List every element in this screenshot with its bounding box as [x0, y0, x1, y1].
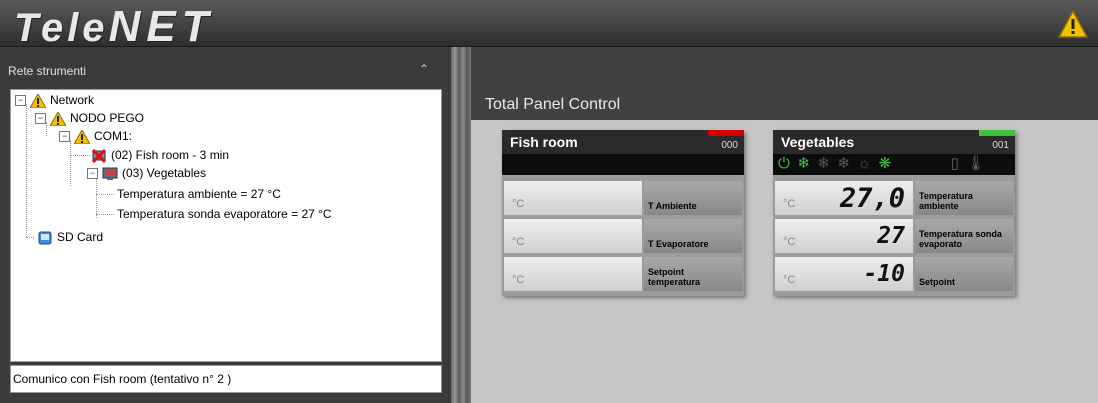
warning-icon: [50, 111, 66, 126]
collapse-toggle[interactable]: −: [35, 113, 46, 125]
unit-label: °C: [512, 198, 525, 210]
tree-label: Temperatura sonda evaporatore = 27 °C: [117, 207, 332, 221]
reading-row[interactable]: °C 27,0 Temperatura ambiente: [773, 180, 1015, 216]
tree-item-temp-ambiente[interactable]: Temperatura ambiente = 27 °C: [117, 185, 281, 203]
card-title: Vegetables: [781, 134, 855, 150]
telenet-logo: TeleNET: [14, 2, 215, 52]
network-panel: Rete strumenti ⌃ − Network − NODO PEGO − CO…: [0, 47, 451, 403]
tree-label: SD Card: [57, 230, 104, 244]
card-header: Fish room 000: [502, 130, 744, 154]
card-header: Vegetables 001: [773, 130, 1015, 154]
tree-item-temp-sonda[interactable]: Temperatura sonda evaporatore = 27 °C: [117, 205, 332, 223]
main-panel: Total Panel Control Fish room 000 °C T A…: [471, 47, 1098, 403]
sun-icon: ☼: [857, 155, 872, 172]
card-title: Fish room: [510, 134, 578, 150]
tree-item-com1[interactable]: − COM1:: [59, 127, 132, 145]
tree-label: (03) Vegetables: [122, 166, 207, 180]
reading-row[interactable]: °C -10 Setpoint: [773, 256, 1015, 292]
unit-label: °C: [512, 274, 525, 286]
reading-value: 27: [877, 223, 905, 249]
power-icon: ⏻: [778, 155, 790, 172]
unit-label: °C: [783, 274, 796, 286]
panel-title: Rete strumenti: [8, 64, 87, 78]
status-icon-bar: [502, 154, 744, 175]
tree-item-network[interactable]: − Network: [15, 91, 94, 109]
unit-label: °C: [783, 198, 796, 210]
device-card-vegetables[interactable]: Vegetables 001 ⏻ ❄ ❄ ❄ ☼ ❋ ▯ 🌡 °C 27,0 T…: [773, 130, 1015, 296]
reading-value: 27,0: [839, 183, 905, 214]
card-number: 000: [721, 140, 738, 151]
reading-value: -10: [863, 261, 905, 287]
tree-label: COM1:: [94, 129, 133, 143]
reading-row[interactable]: °C Setpoint temperatura: [502, 256, 744, 292]
device-card-fish-room[interactable]: Fish room 000 °C T Ambiente °C T Evapora…: [502, 130, 744, 296]
reading-label: Temperatura ambiente: [919, 191, 973, 211]
snowflake-icon: ❄: [837, 155, 850, 172]
reading-label-box: T Ambiente: [644, 181, 742, 215]
door-icon: ▯: [950, 155, 959, 172]
reading-label-box: Setpoint temperatura: [644, 257, 742, 291]
reading-row[interactable]: °C 27 Temperatura sonda evaporato: [773, 218, 1015, 254]
warning-icon: [74, 129, 90, 144]
reading-label-box: Setpoint: [915, 257, 1013, 291]
snowflake-icon: ❄: [797, 155, 810, 172]
unit-label: °C: [783, 236, 796, 248]
reading-label-box: Temperatura sonda evaporato: [915, 219, 1013, 253]
status-flag: [708, 130, 744, 136]
status-message: Comunico con Fish room (tentativo n° 2 ): [10, 365, 442, 393]
unit-label: °C: [512, 236, 525, 248]
snowflake-icon: ❄: [817, 155, 830, 172]
device-offline-icon: [91, 148, 107, 163]
tree-label: Temperatura ambiente = 27 °C: [117, 187, 281, 201]
logo-tele: Tele: [14, 6, 109, 50]
reading-row[interactable]: °C T Ambiente: [502, 180, 744, 216]
tree-label: NODO PEGO: [70, 111, 145, 125]
warning-icon: [30, 93, 46, 108]
value-box: °C: [504, 219, 642, 253]
sd-card-icon: [38, 231, 52, 245]
tree-item-fish-room[interactable]: (02) Fish room - 3 min: [91, 146, 229, 164]
fan-icon: ❋: [878, 155, 892, 172]
tree-item-sd-card[interactable]: SD Card: [37, 228, 103, 246]
status-flag: [979, 130, 1015, 136]
value-box: °C 27,0: [775, 181, 913, 215]
value-box: °C -10: [775, 257, 913, 291]
collapse-toggle[interactable]: −: [59, 131, 70, 143]
tree-label: (02) Fish room - 3 min: [111, 148, 230, 162]
title-bar: TeleNET: [0, 0, 1098, 51]
double-chevron-up-icon[interactable]: ⌃: [419, 62, 429, 76]
tree-item-vegetables[interactable]: − (03) Vegetables: [87, 164, 206, 182]
collapse-toggle[interactable]: −: [15, 95, 26, 107]
page-title: Total Panel Control: [485, 96, 621, 113]
reading-label-box: T Evaporatore: [644, 219, 742, 253]
collapse-toggle[interactable]: −: [87, 168, 98, 180]
reading-label: T Ambiente: [648, 201, 697, 211]
main-header: Total Panel Control: [471, 47, 1098, 120]
card-number: 001: [992, 140, 1009, 151]
device-icon: [102, 167, 118, 180]
panel-splitter[interactable]: [451, 47, 471, 403]
thermometer-icon: 🌡: [966, 155, 986, 172]
value-box: °C: [504, 181, 642, 215]
network-tree[interactable]: − Network − NODO PEGO − COM1: (02) Fish roo…: [10, 89, 442, 362]
reading-row[interactable]: °C T Evaporatore: [502, 218, 744, 254]
status-icon-bar: ⏻ ❄ ❄ ❄ ☼ ❋ ▯ 🌡: [773, 154, 1015, 175]
value-box: °C 27: [775, 219, 913, 253]
value-box: °C: [504, 257, 642, 291]
reading-label: Setpoint: [919, 277, 955, 287]
reading-label: Setpoint temperatura: [648, 267, 701, 287]
tree-label: Network: [50, 93, 95, 107]
tree-item-nodo-pego[interactable]: − NODO PEGO: [35, 109, 144, 127]
warning-icon[interactable]: [1058, 10, 1088, 38]
reading-label-box: Temperatura ambiente: [915, 181, 1013, 215]
reading-label: T Evaporatore: [648, 239, 709, 249]
logo-net: NET: [108, 2, 215, 51]
reading-label: Temperatura sonda evaporato: [919, 229, 1002, 249]
